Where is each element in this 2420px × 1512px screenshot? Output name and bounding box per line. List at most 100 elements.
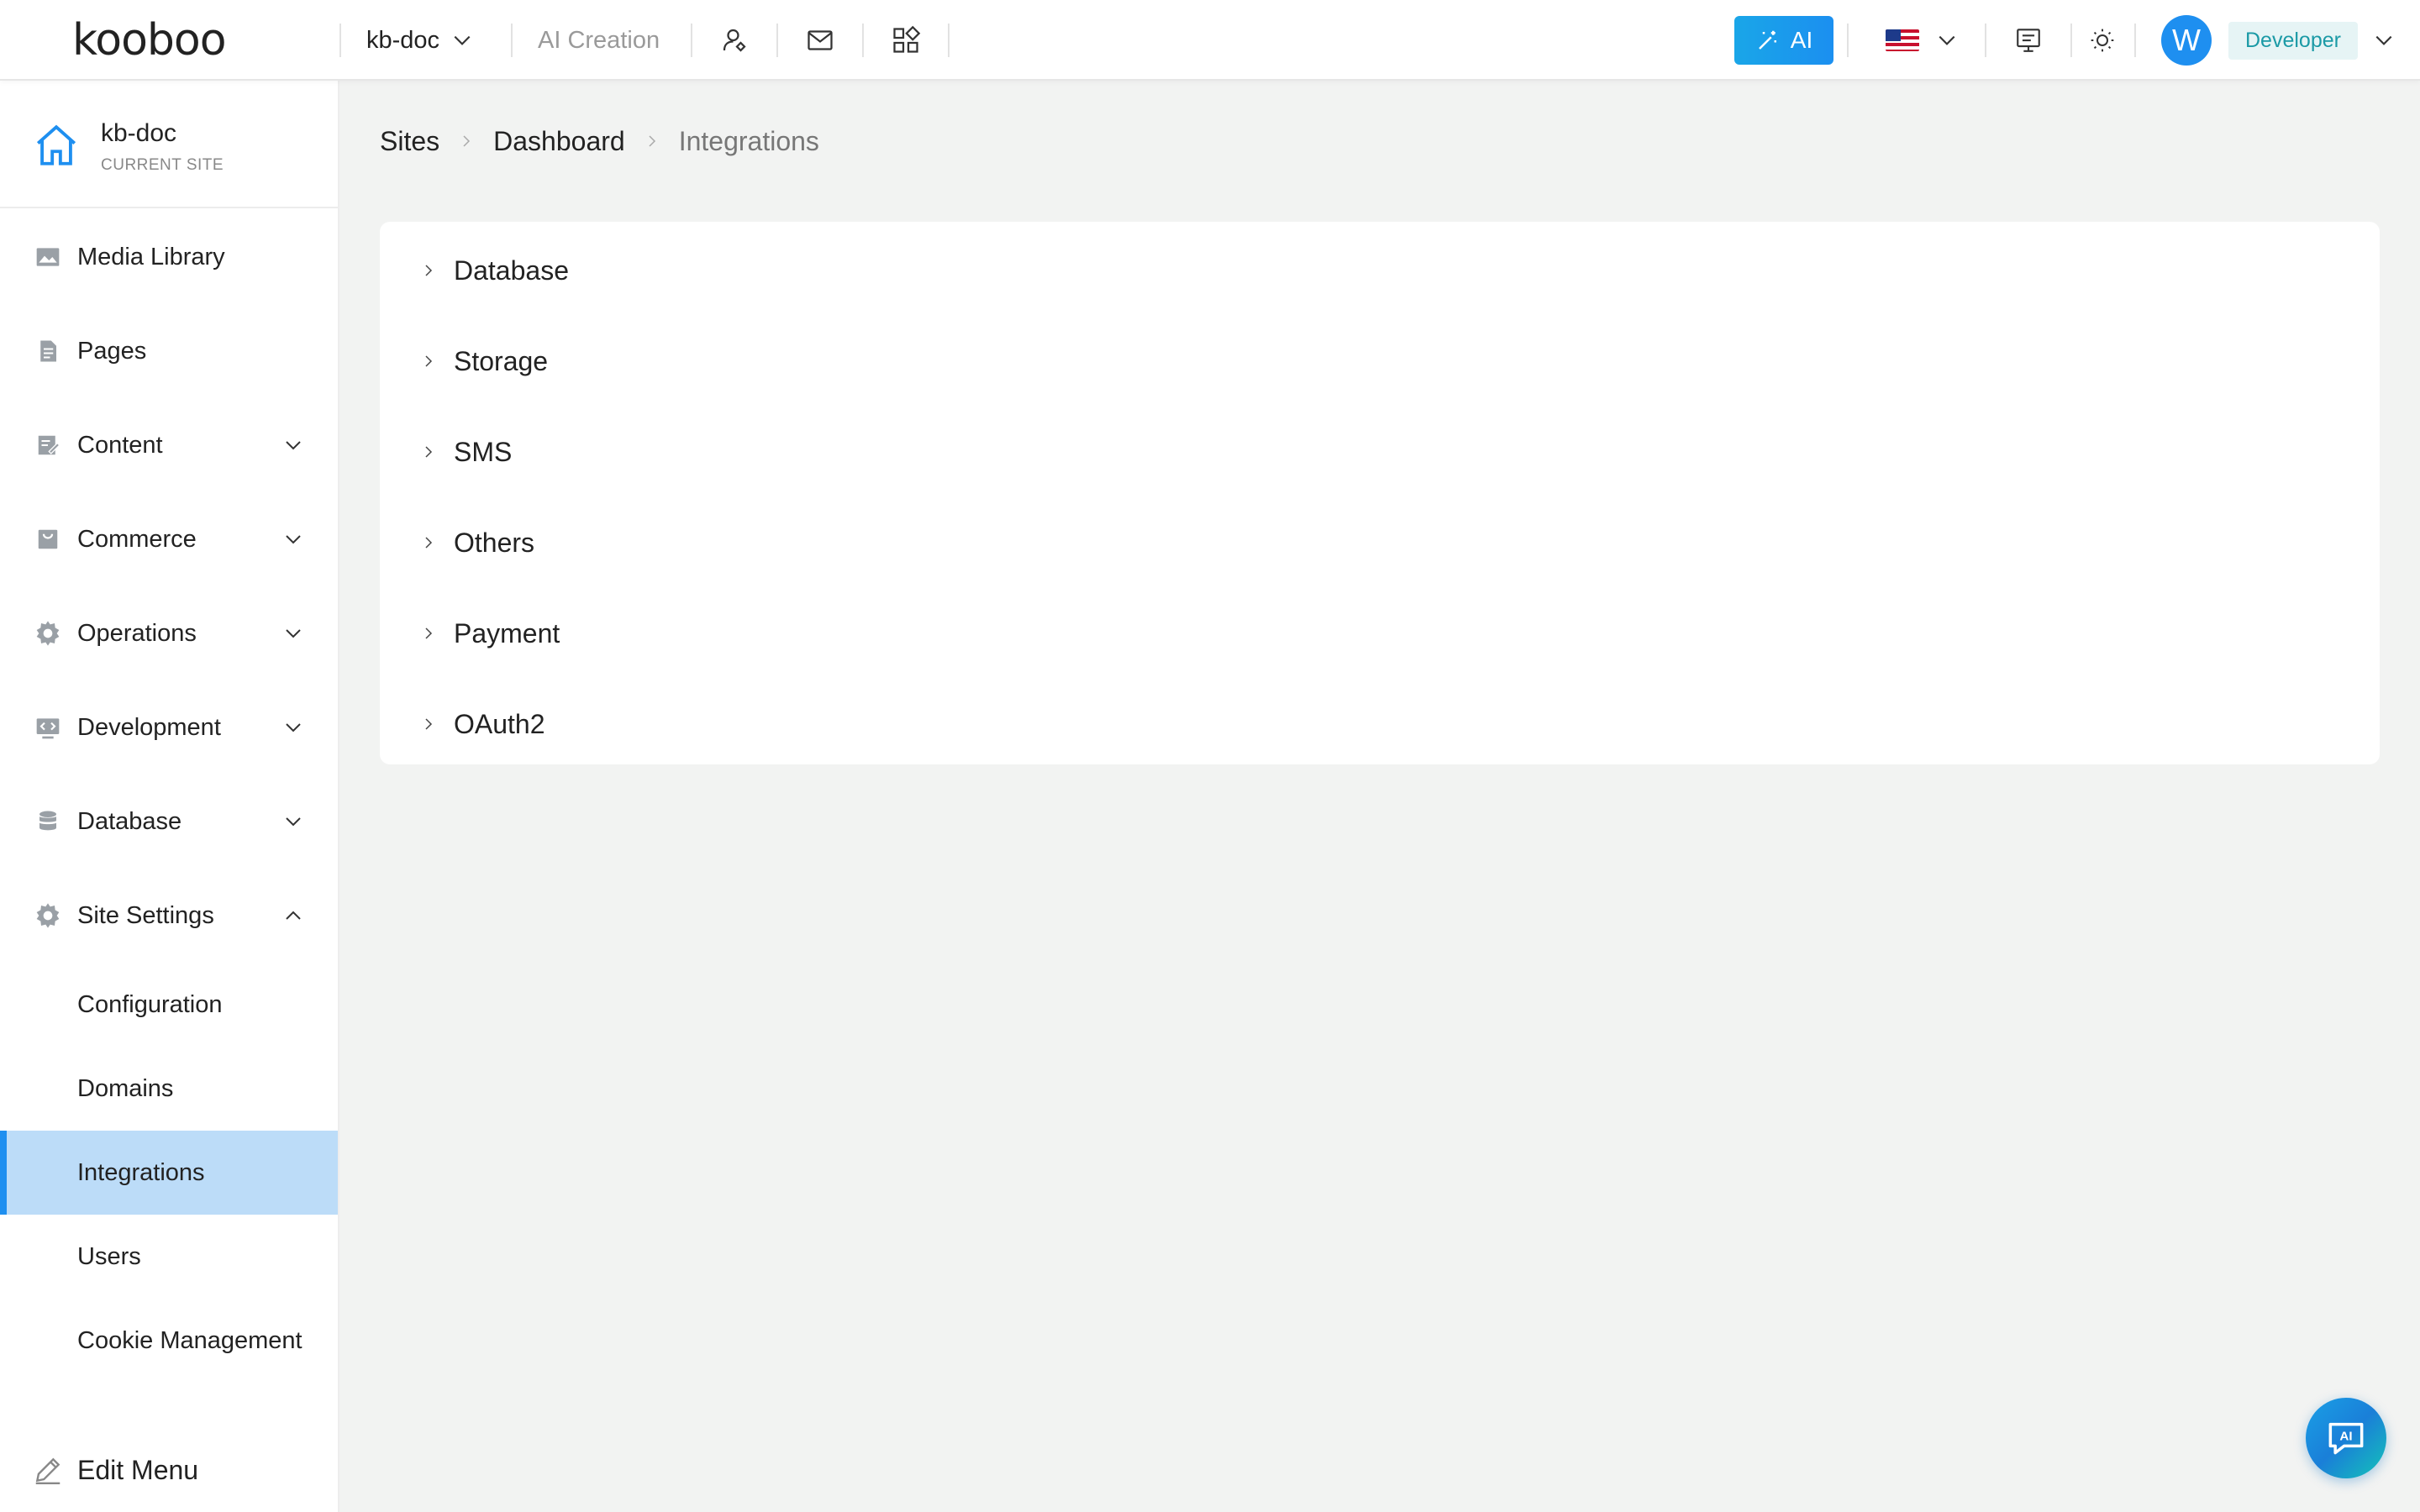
- svg-text:AI: AI: [2339, 1429, 2352, 1443]
- page-icon: [34, 337, 62, 365]
- ai-button-label: AI: [1790, 27, 1813, 53]
- sidebar-subitem-configuration[interactable]: Configuration: [0, 963, 338, 1047]
- sidebar: kb-doc CURRENT SITE Media Library Pages …: [0, 81, 339, 1512]
- sidebar-item-pages[interactable]: Pages: [0, 309, 338, 393]
- chevron-right-icon: [418, 351, 439, 371]
- sidebar-item-label: Database: [77, 807, 182, 835]
- apps-grid-icon[interactable]: [887, 22, 924, 59]
- chevron-down-icon: [2375, 35, 2392, 45]
- breadcrumb-current: Integrations: [678, 125, 819, 156]
- user-avatar[interactable]: W: [2161, 15, 2212, 66]
- site-name: kb-doc: [101, 119, 177, 147]
- user-switch-icon[interactable]: [716, 22, 753, 59]
- chevron-right-icon: [644, 133, 660, 150]
- role-selector[interactable]: Developer: [2228, 20, 2395, 60]
- divider: [2070, 24, 2072, 57]
- divider: [691, 24, 692, 57]
- site-selector-label: kb-doc: [366, 26, 440, 54]
- sidebar-item-development[interactable]: Development: [0, 685, 338, 769]
- sidebar-subitem-label: Domains: [77, 1074, 174, 1102]
- chevron-right-icon: [418, 623, 439, 643]
- chevron-up-icon: [281, 903, 306, 928]
- sun-icon[interactable]: [2084, 22, 2121, 59]
- mail-icon[interactable]: [802, 22, 839, 59]
- commerce-icon: [34, 525, 62, 554]
- current-site-header[interactable]: kb-doc CURRENT SITE: [0, 81, 338, 208]
- sidebar-item-label: Media Library: [77, 243, 225, 270]
- accordion-label: Database: [454, 255, 569, 286]
- divider: [1985, 24, 1986, 57]
- sidebar-subitem-label: Users: [77, 1242, 141, 1270]
- database-icon: [34, 807, 62, 836]
- divider: [1847, 24, 1849, 57]
- divider: [948, 24, 950, 57]
- image-icon: [34, 243, 62, 271]
- accordion-storage[interactable]: Storage: [380, 316, 2380, 407]
- accordion-label: SMS: [454, 436, 513, 467]
- sidebar-subitem-integrations[interactable]: Integrations: [0, 1131, 338, 1215]
- ai-chat-button[interactable]: AI: [2306, 1398, 2386, 1478]
- sidebar-item-content[interactable]: Content: [0, 403, 338, 487]
- role-badge: Developer: [2228, 21, 2358, 60]
- sidebar-item-label: Pages: [77, 337, 147, 365]
- site-subtitle: CURRENT SITE: [101, 156, 224, 174]
- sidebar-subitem-users[interactable]: Users: [0, 1215, 338, 1299]
- sidebar-item-site-settings[interactable]: Site Settings: [0, 874, 338, 958]
- edit-menu-label: Edit Menu: [77, 1454, 199, 1485]
- sidebar-item-label: Development: [77, 713, 221, 741]
- sidebar-item-operations[interactable]: Operations: [0, 591, 338, 675]
- accordion-database[interactable]: Database: [380, 225, 2380, 316]
- chevron-down-icon: [281, 527, 306, 552]
- sidebar-item-media-library[interactable]: Media Library: [0, 215, 338, 299]
- gear-icon: [34, 619, 62, 648]
- ai-chat-icon: AI: [2328, 1422, 2364, 1455]
- chat-screen-icon[interactable]: [2010, 22, 2047, 59]
- chevron-right-icon: [418, 533, 439, 553]
- edit-menu-button[interactable]: Edit Menu: [0, 1428, 338, 1512]
- sidebar-item-label: Commerce: [77, 525, 197, 553]
- breadcrumb: Sites Dashboard Integrations: [380, 123, 819, 160]
- magic-wand-icon: [1758, 30, 1776, 50]
- breadcrumb-sites[interactable]: Sites: [380, 126, 439, 157]
- sidebar-item-commerce[interactable]: Commerce: [0, 497, 338, 581]
- us-flag-icon: [1886, 29, 1919, 51]
- chevron-down-icon: [1939, 35, 1955, 45]
- logo-text: kooboo: [72, 15, 227, 66]
- sidebar-subitem-domains[interactable]: Domains: [0, 1047, 338, 1131]
- kooboo-logo[interactable]: kooboo: [72, 15, 271, 66]
- chevron-down-icon: [281, 809, 306, 834]
- divider: [339, 24, 341, 57]
- sidebar-item-label: Site Settings: [77, 901, 214, 929]
- accordion-oauth2[interactable]: OAuth2: [380, 679, 2380, 769]
- accordion-label: Storage: [454, 345, 549, 376]
- content-icon: [34, 431, 62, 459]
- sidebar-subitem-cookie-management[interactable]: Cookie Management: [0, 1299, 338, 1383]
- pencil-icon: [35, 1457, 60, 1485]
- chevron-down-icon: [281, 621, 306, 646]
- divider: [862, 24, 864, 57]
- chevron-right-icon: [418, 442, 439, 462]
- accordion-label: Others: [454, 527, 535, 558]
- home-icon: [36, 124, 76, 165]
- ai-creation-link[interactable]: AI Creation: [538, 20, 660, 60]
- language-selector[interactable]: [1886, 20, 1958, 60]
- ai-button[interactable]: AI: [1734, 16, 1833, 65]
- breadcrumb-dashboard[interactable]: Dashboard: [493, 126, 625, 157]
- sidebar-item-label: Content: [77, 431, 163, 459]
- integrations-panel: Database Storage SMS Others Payment OAut…: [380, 222, 2380, 764]
- accordion-payment[interactable]: Payment: [380, 588, 2380, 679]
- accordion-sms[interactable]: SMS: [380, 407, 2380, 497]
- sidebar-item-database[interactable]: Database: [0, 780, 338, 864]
- sidebar-subitem-label: Integrations: [77, 1158, 205, 1186]
- chevron-right-icon: [418, 714, 439, 734]
- code-icon: [34, 713, 62, 742]
- top-bar: kooboo kb-doc AI Creation AI W Developer: [0, 0, 2420, 81]
- site-selector[interactable]: kb-doc: [366, 20, 473, 60]
- chevron-down-icon: [281, 433, 306, 458]
- divider: [776, 24, 778, 57]
- gear-icon: [34, 901, 62, 930]
- divider: [2134, 24, 2136, 57]
- chevron-right-icon: [458, 133, 475, 150]
- accordion-label: Payment: [454, 617, 560, 648]
- accordion-others[interactable]: Others: [380, 497, 2380, 588]
